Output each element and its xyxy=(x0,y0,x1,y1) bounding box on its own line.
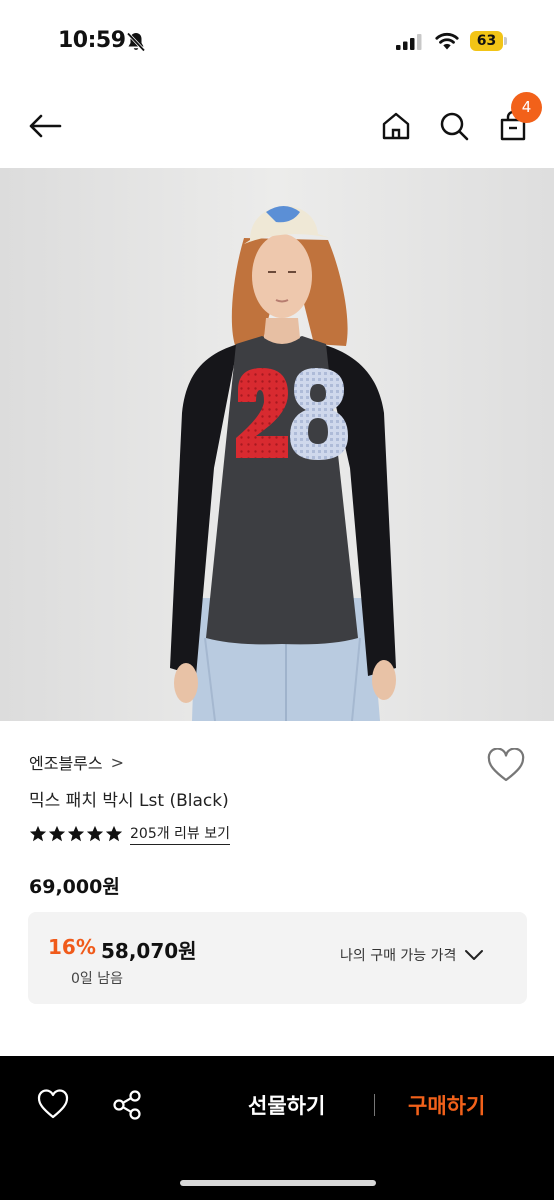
home-indicator xyxy=(180,1180,376,1186)
search-icon xyxy=(440,112,469,141)
home-button[interactable] xyxy=(376,106,416,146)
battery-icon: 63 xyxy=(470,31,508,51)
star-icon xyxy=(86,825,104,842)
share-button[interactable] xyxy=(110,1088,144,1122)
home-icon xyxy=(382,112,410,140)
divider xyxy=(374,1094,375,1116)
rating-row: 205개 리뷰 보기 xyxy=(29,823,231,845)
status-bar: 10:59 63 xyxy=(0,0,554,80)
back-arrow-icon xyxy=(29,114,62,138)
star-icon xyxy=(105,825,123,842)
share-icon xyxy=(113,1090,141,1120)
sale-price: 58,070원 xyxy=(101,939,197,963)
bell-off-icon xyxy=(126,32,146,52)
price-deal-box: 16% 58,070원 0일 남음 나의 구매 가능 가격 xyxy=(28,912,527,1004)
status-time: 10:59 xyxy=(58,28,126,53)
top-nav-bar xyxy=(0,88,554,166)
star-icon xyxy=(67,825,85,842)
product-title: 믹스 패치 박시 Lst (Black) xyxy=(29,791,229,811)
original-price: 69,000원 xyxy=(29,876,120,898)
cart-count-badge: 4 xyxy=(511,92,542,123)
buy-button[interactable]: 구매하기 xyxy=(408,1090,485,1120)
bottom-wishlist-button[interactable] xyxy=(36,1088,70,1122)
reviews-link[interactable]: 205개 리뷰 보기 xyxy=(130,823,231,845)
my-price-label: 나의 구매 가능 가격 xyxy=(340,948,457,964)
my-price-toggle[interactable]: 나의 구매 가능 가격 xyxy=(340,945,484,965)
brand-name: 엔조블루스 xyxy=(29,754,103,773)
heart-icon xyxy=(37,1089,69,1119)
chevron-down-icon xyxy=(465,950,484,960)
heart-icon xyxy=(487,747,525,782)
chevron-right-icon: > xyxy=(110,752,125,772)
gift-button[interactable]: 선물하기 xyxy=(248,1090,325,1120)
time-left: 0일 남음 xyxy=(71,971,123,987)
cell-signal-icon xyxy=(396,34,422,50)
wishlist-button[interactable] xyxy=(486,747,526,784)
discount-percent: 16% xyxy=(48,935,96,959)
model-photo xyxy=(0,168,554,721)
back-button[interactable] xyxy=(24,106,66,146)
bottom-action-bar: 선물하기 구매하기 xyxy=(0,1056,554,1200)
wifi-icon xyxy=(435,32,459,50)
search-button[interactable] xyxy=(434,106,474,146)
star-icon xyxy=(29,825,47,842)
star-icon xyxy=(48,825,66,842)
rating-stars xyxy=(29,825,123,843)
battery-level: 63 xyxy=(470,31,503,51)
brand-link[interactable]: 엔조블루스 > xyxy=(29,750,124,774)
product-image[interactable] xyxy=(0,168,554,721)
